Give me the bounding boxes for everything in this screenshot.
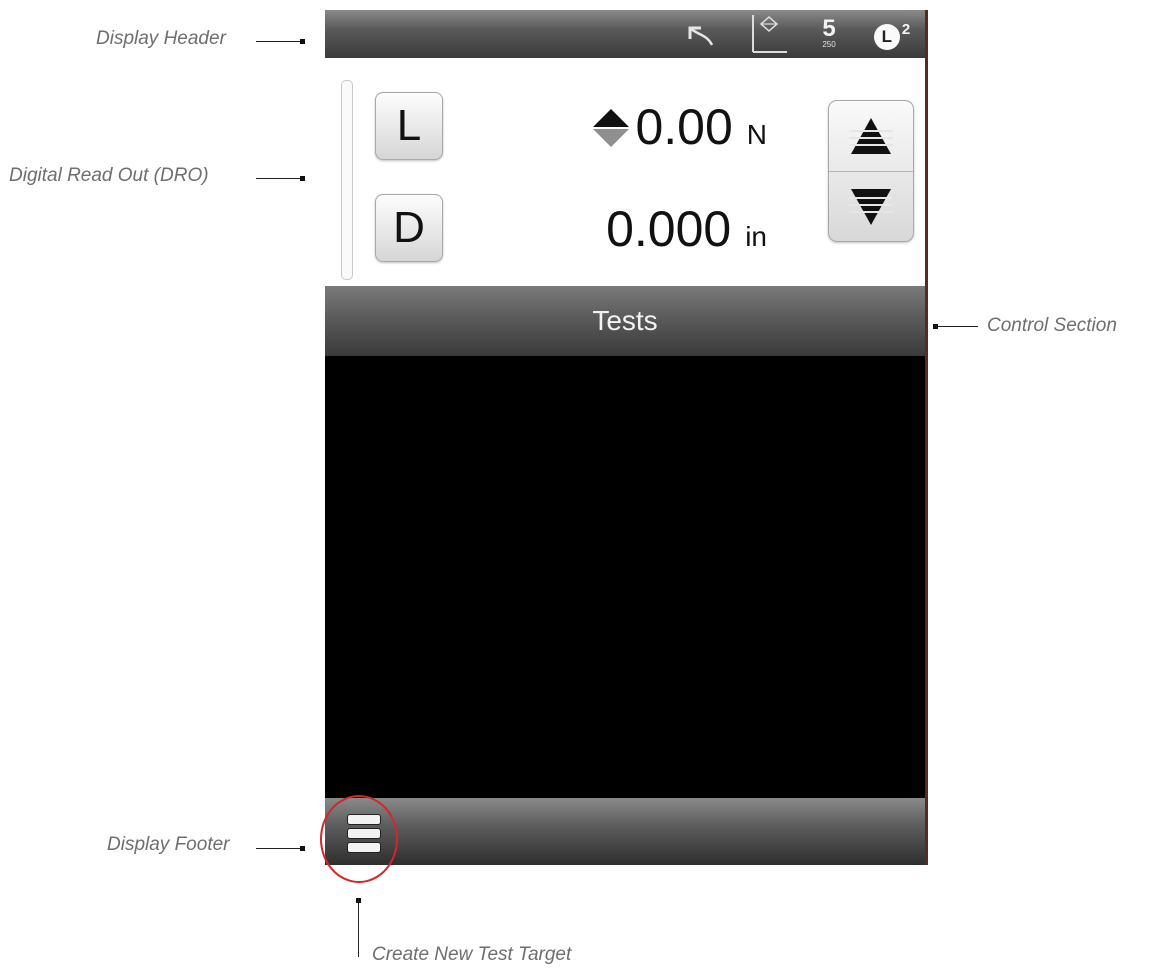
leader-line (256, 178, 302, 179)
callout-create-new-test: Create New Test Target (372, 944, 572, 965)
control-title: Tests (592, 305, 658, 336)
highlight-circle (320, 795, 398, 883)
jog-up-icon (849, 118, 893, 154)
leader-line (256, 848, 302, 849)
load-unit: N (746, 119, 767, 150)
load-reading: 0.00 N (591, 98, 767, 156)
device-screen: 5 250 L 2 L D 0.00 N 0.000 in Tests (325, 10, 925, 865)
callout-control-section: Control Section (987, 315, 1117, 336)
dro-scrollbar[interactable] (341, 80, 353, 280)
display-footer (325, 798, 925, 865)
jog-down-button[interactable] (829, 172, 913, 242)
sample-rate-sub: 250 (822, 40, 836, 49)
leader-line (358, 900, 359, 957)
leader-line (256, 41, 302, 42)
leader-dot (300, 846, 305, 851)
tests-list-area[interactable] (325, 356, 925, 798)
sample-rate-value: 5 (822, 15, 836, 42)
jog-down-icon (849, 189, 893, 225)
digital-read-out: L D 0.00 N 0.000 in (325, 58, 925, 296)
callout-dro: Digital Read Out (DRO) (9, 165, 209, 186)
leader-line (935, 326, 978, 327)
distance-unit: in (745, 221, 767, 252)
sample-rate-icon[interactable]: 5 250 (809, 10, 849, 58)
jog-up-button[interactable] (829, 101, 913, 171)
control-section-title-bar: Tests (325, 286, 925, 356)
callout-display-header: Display Header (96, 28, 226, 49)
leader-dot (300, 39, 305, 44)
crosshead-jog-control (828, 100, 914, 242)
load-mode-button[interactable]: L (375, 92, 443, 160)
load-value: 0.00 (635, 99, 733, 155)
load-cell-superscript: 2 (901, 20, 911, 38)
undo-icon[interactable] (675, 10, 725, 58)
callout-display-footer: Display Footer (107, 834, 230, 855)
axis-graph-icon[interactable] (743, 10, 793, 58)
distance-mode-button[interactable]: D (375, 194, 443, 262)
leader-dot (300, 176, 305, 181)
distance-reading: 0.000 in (606, 200, 767, 258)
load-cell-letter: L (881, 27, 893, 46)
load-cell-icon[interactable]: L 2 (862, 10, 922, 58)
load-cell-badge: L (873, 24, 900, 50)
distance-value: 0.000 (606, 201, 732, 257)
display-header: 5 250 L 2 (325, 10, 925, 58)
device-edge (925, 10, 928, 865)
direction-arrows-icon (593, 109, 630, 147)
